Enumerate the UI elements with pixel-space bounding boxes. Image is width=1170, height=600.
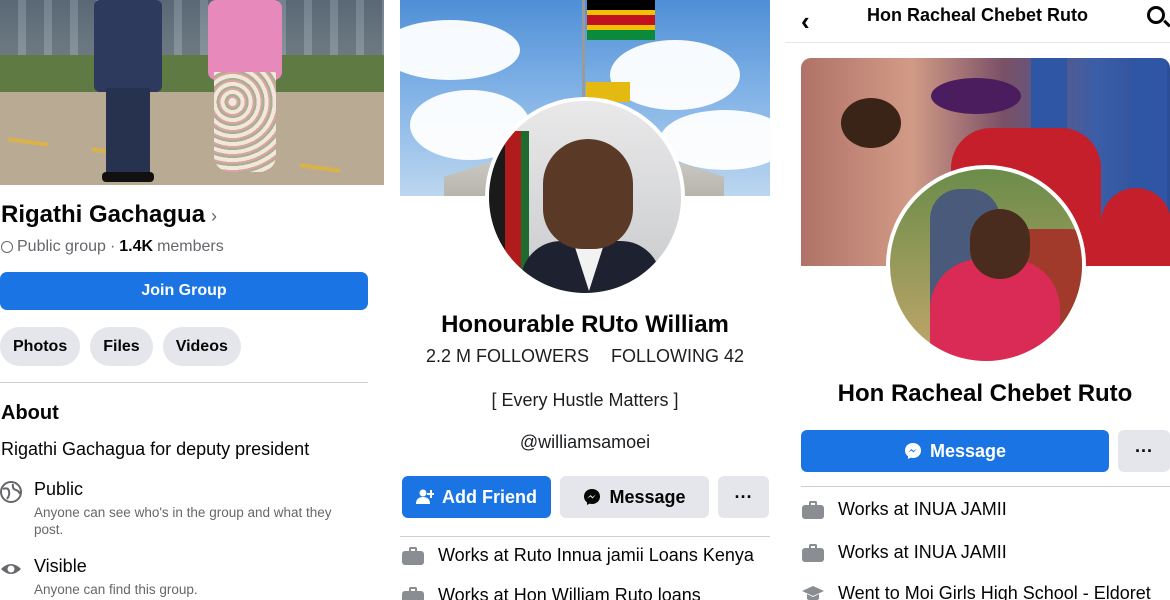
members-label: members <box>157 238 224 255</box>
member-count: 1.4K <box>119 238 154 255</box>
divider <box>0 382 368 383</box>
tab-videos[interactable]: Videos <box>162 327 241 366</box>
globe-icon <box>1 241 13 253</box>
more-options-button[interactable]: ··· <box>718 476 769 518</box>
profile-avatar[interactable] <box>886 165 1086 365</box>
education-prefix: Went to <box>838 583 900 600</box>
message-label: Message <box>609 486 686 507</box>
briefcase-icon <box>402 546 424 565</box>
message-label: Message <box>929 440 1007 461</box>
info-visible: Visible Anyone can find this group. <box>0 556 364 598</box>
profile-name: Hon Racheal Chebet Ruto <box>837 380 1133 407</box>
profile-actions: Add Friend Message ··· <box>402 476 769 518</box>
work-place[interactable]: Ruto Innua jamii Loans Kenya <box>514 545 754 565</box>
cover-person-man <box>92 0 164 185</box>
work-item: Works at Hon William Ruto loans <box>402 585 701 600</box>
work-place[interactable]: INUA JAMII <box>914 499 1007 519</box>
work-place[interactable]: Hon William Ruto loans <box>514 585 701 600</box>
info-public: Public Anyone can see who's in the group… <box>0 479 364 538</box>
group-cover-photo[interactable] <box>0 0 384 185</box>
about-heading: About <box>1 402 59 424</box>
cover-lawn <box>0 55 384 93</box>
profile-stats: 2.2 M FOLLOWERS FOLLOWING 42 <box>400 346 770 367</box>
group-tabs: Photos Files Videos <box>0 327 241 366</box>
profile-name: Honourable RUto William <box>441 311 729 338</box>
group-meta: Public group · 1.4K members <box>1 238 224 256</box>
work-prefix: Works at <box>838 542 909 562</box>
followers-count[interactable]: 2.2 M FOLLOWERS <box>426 346 589 367</box>
tab-photos[interactable]: Photos <box>0 327 81 366</box>
chevron-right-icon: › <box>211 206 218 226</box>
meta-separator: · <box>109 238 116 255</box>
add-friend-button[interactable]: Add Friend <box>402 476 551 518</box>
top-bar-title: Hon Racheal Chebet Ruto <box>866 5 1089 25</box>
info-title: Public <box>34 479 84 499</box>
profile-avatar[interactable] <box>485 97 685 297</box>
divider <box>801 486 1170 487</box>
briefcase-icon <box>402 586 424 600</box>
eye-icon <box>1 564 21 574</box>
messenger-icon <box>584 489 601 505</box>
group-privacy: Public group <box>17 238 106 255</box>
cover-cap <box>931 78 1021 114</box>
search-icon[interactable] <box>1147 6 1165 24</box>
cloud <box>400 20 520 80</box>
info-title: Visible <box>34 556 87 576</box>
work-prefix: Works at <box>438 585 509 600</box>
education-item: Went to Moi Girls High School - Eldoret <box>802 583 1151 600</box>
flag <box>587 0 655 40</box>
more-options-button[interactable]: ··· <box>1118 430 1170 472</box>
message-button[interactable]: Message <box>560 476 709 518</box>
info-detail: Anyone can see who's in the group and wh… <box>34 505 332 537</box>
work-item: Works at Ruto Innua jamii Loans Kenya <box>402 545 754 566</box>
briefcase-icon <box>802 500 824 519</box>
profile-handle: @williamsamoei <box>519 432 651 452</box>
graduation-cap-icon <box>802 585 824 600</box>
education-place[interactable]: Moi Girls High School - Eldoret <box>905 583 1151 600</box>
work-prefix: Works at <box>838 499 909 519</box>
globe-icon <box>0 481 22 503</box>
work-prefix: Works at <box>438 545 509 565</box>
profile-panel-william: Honourable RUto William 2.2 M FOLLOWERS … <box>400 0 770 600</box>
about-description: Rigathi Gachagua for deputy president <box>1 439 310 459</box>
profile-bio: [ Every Hustle Matters ] <box>491 390 679 410</box>
divider <box>400 536 770 537</box>
group-name: Rigathi Gachagua <box>1 201 206 228</box>
join-group-button[interactable]: Join Group <box>0 272 368 310</box>
tab-files[interactable]: Files <box>90 327 153 366</box>
briefcase-icon <box>802 543 824 562</box>
messenger-icon <box>904 443 921 459</box>
profile-panel-racheal: ‹ Hon Racheal Chebet Ruto Hon Racheal Ch… <box>785 0 1170 600</box>
work-item: Works at INUA JAMII <box>802 499 1007 520</box>
cover-hair <box>841 98 901 148</box>
divider <box>785 42 1170 43</box>
cover-robe <box>1101 188 1170 266</box>
info-detail: Anyone can find this group. <box>34 582 198 597</box>
cover-building <box>0 0 384 60</box>
add-friend-label: Add Friend <box>442 486 537 507</box>
cover-person-woman <box>208 0 284 185</box>
work-item: Works at INUA JAMII <box>802 542 1007 563</box>
panel-gap <box>770 0 786 600</box>
following-count[interactable]: FOLLOWING 42 <box>611 346 744 367</box>
message-button[interactable]: Message <box>801 430 1109 472</box>
work-place[interactable]: INUA JAMII <box>914 542 1007 562</box>
group-panel: Rigathi Gachagua › Public group · 1.4K me… <box>0 0 384 600</box>
group-title[interactable]: Rigathi Gachagua › <box>1 201 217 229</box>
add-friend-icon <box>416 489 434 504</box>
panel-gap <box>384 0 400 600</box>
